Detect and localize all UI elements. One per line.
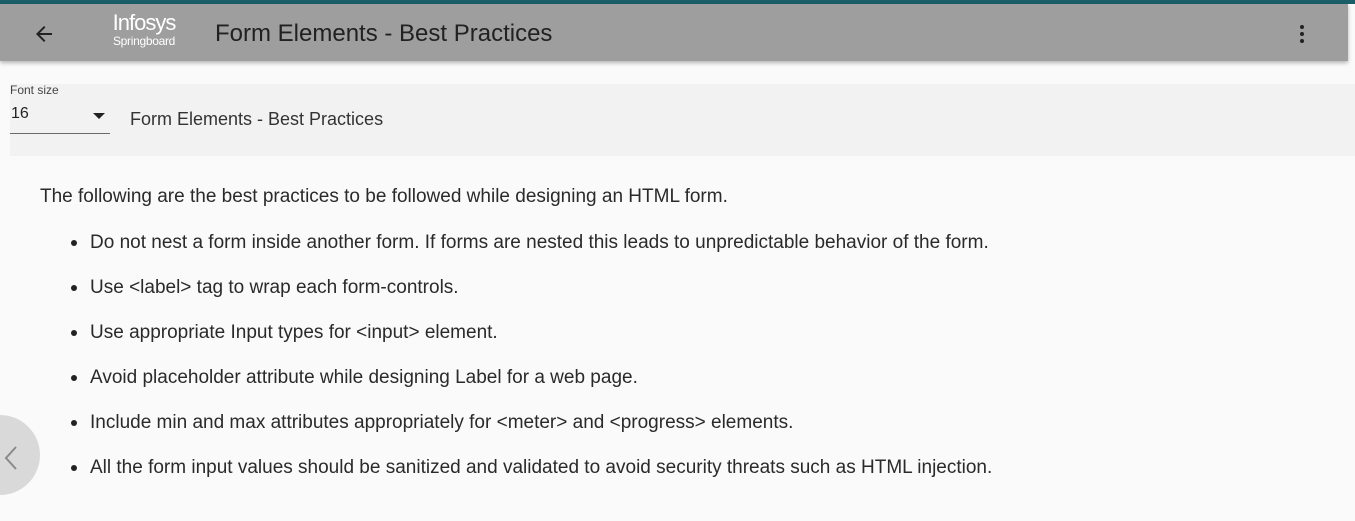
list-item: Avoid placeholder attribute while design… — [40, 366, 992, 411]
bullet-icon — [71, 420, 77, 426]
list-item-text: Use <label> tag to wrap each form-contro… — [90, 277, 459, 298]
logo-line-1: Infosys — [112, 10, 177, 35]
list-item: Use appropriate Input types for <input> … — [40, 321, 992, 366]
list-item-text: Do not nest a form inside another form. … — [90, 232, 989, 253]
font-size-value: 16 — [11, 105, 29, 122]
bullet-icon — [71, 330, 77, 336]
bullet-icon — [71, 240, 77, 246]
list-item-text: Use appropriate Input types for <input> … — [90, 322, 498, 343]
list-item: Use <label> tag to wrap each form-contro… — [40, 276, 992, 321]
infosys-springboard-logo: Infosys Springboard — [112, 10, 177, 54]
content-title: Form Elements - Best Practices — [130, 109, 384, 129]
bullet-icon — [71, 375, 77, 381]
dropdown-caret-icon — [93, 113, 105, 119]
bullet-icon — [71, 465, 77, 471]
arrow-left-icon — [36, 26, 52, 42]
page-title: Form Elements - Best Practices — [215, 20, 553, 47]
bullet-icon — [71, 285, 77, 291]
previous-page-tab[interactable] — [0, 415, 40, 495]
font-size-select[interactable]: 16 — [10, 102, 110, 134]
logo-line-2: Springboard — [112, 34, 176, 48]
list-item: All the form input values should be sani… — [40, 456, 992, 501]
list-item-text: All the form input values should be sani… — [90, 457, 993, 478]
intro-paragraph: The following are the best practices to … — [40, 186, 728, 207]
list-item-text: Avoid placeholder attribute while design… — [90, 367, 638, 388]
best-practices-list: Do not nest a form inside another form. … — [40, 231, 992, 501]
more-vert-icon — [1300, 25, 1304, 43]
app-header: Infosys Springboard Form Elements - Best… — [0, 4, 1348, 61]
back-button[interactable] — [30, 20, 58, 48]
list-item: Include min and max attributes appropria… — [40, 411, 992, 456]
font-size-label: Font size — [10, 83, 59, 97]
list-item-text: Include min and max attributes appropria… — [90, 412, 794, 433]
list-item: Do not nest a form inside another form. … — [40, 231, 992, 276]
chevron-left-icon — [4, 446, 17, 470]
more-options-button[interactable] — [1290, 20, 1314, 48]
